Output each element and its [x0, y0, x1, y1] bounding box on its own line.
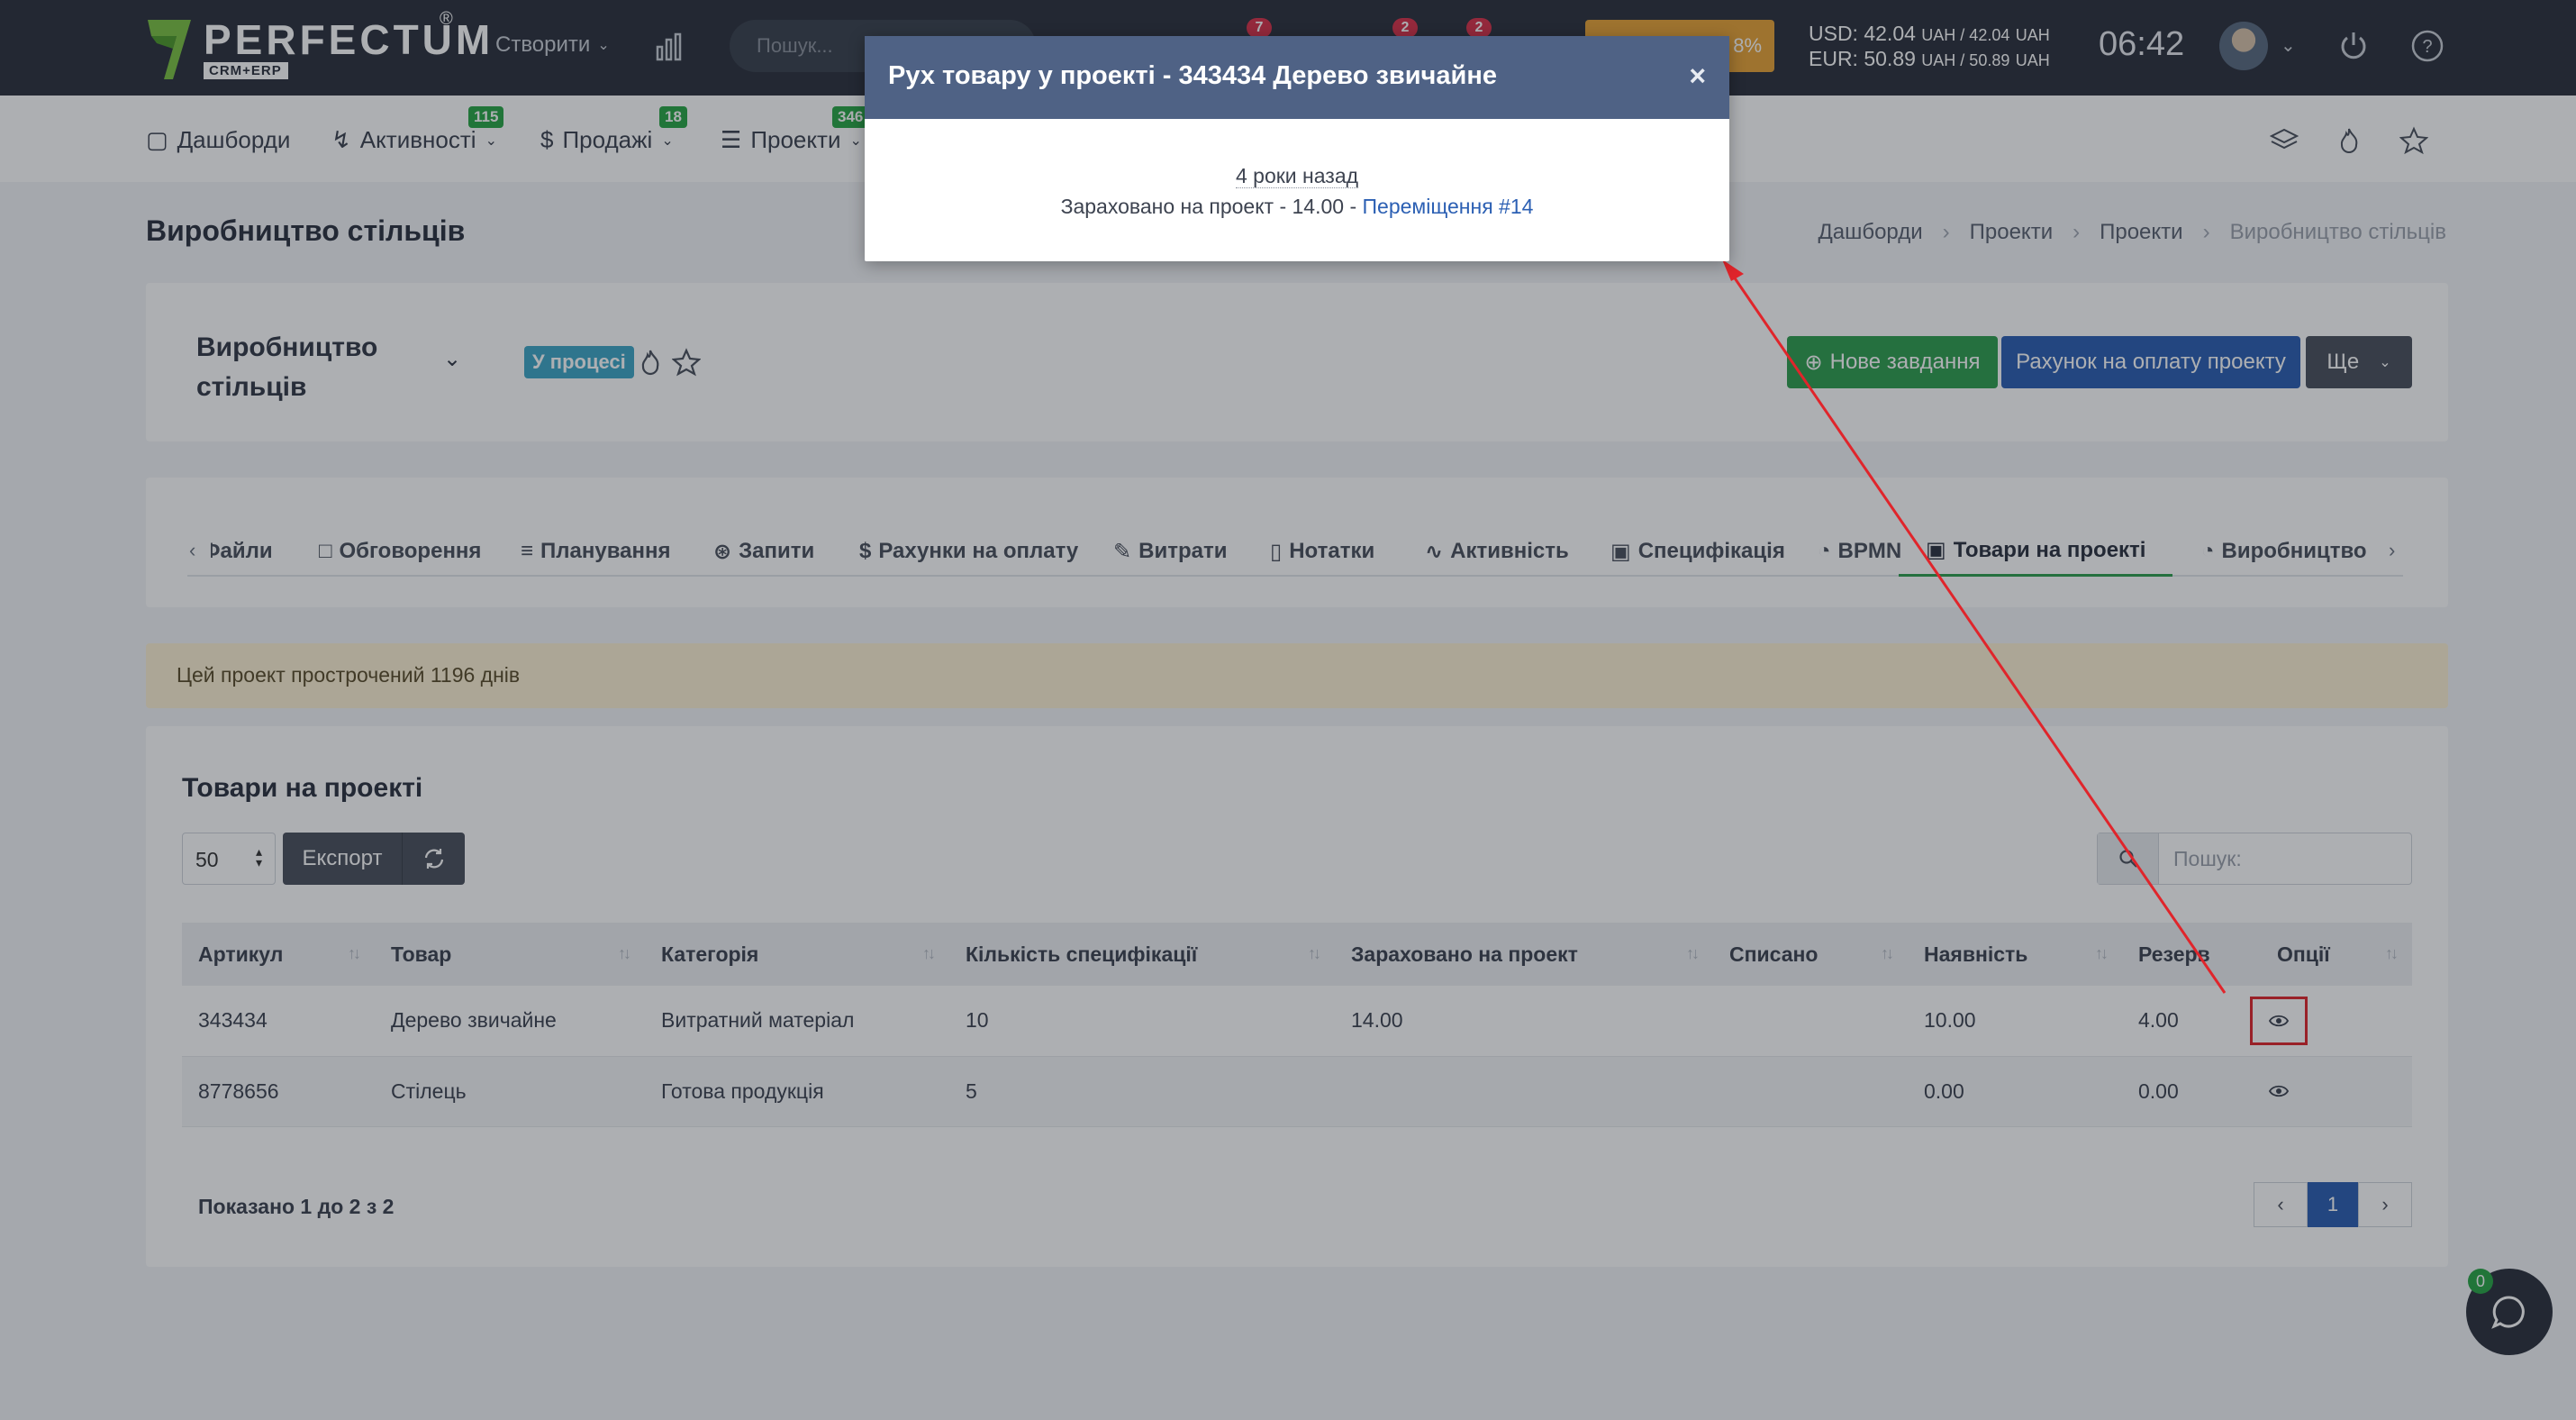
modal-title: Рух товару у проекті - 343434 Дерево зви…: [888, 61, 1497, 90]
movement-link[interactable]: Переміщення #14: [1363, 195, 1534, 218]
product-movement-modal: Рух товару у проекті - 343434 Дерево зви…: [865, 36, 1729, 261]
modal-body: 4 роки назад Зараховано на проект - 14.0…: [865, 119, 1729, 222]
modal-header: Рух товару у проекті - 343434 Дерево зви…: [865, 36, 1729, 119]
close-icon[interactable]: ×: [1689, 59, 1706, 93]
movement-time: 4 роки назад: [1235, 164, 1359, 188]
movement-text: Зараховано на проект - 14.00 -: [1060, 195, 1363, 218]
